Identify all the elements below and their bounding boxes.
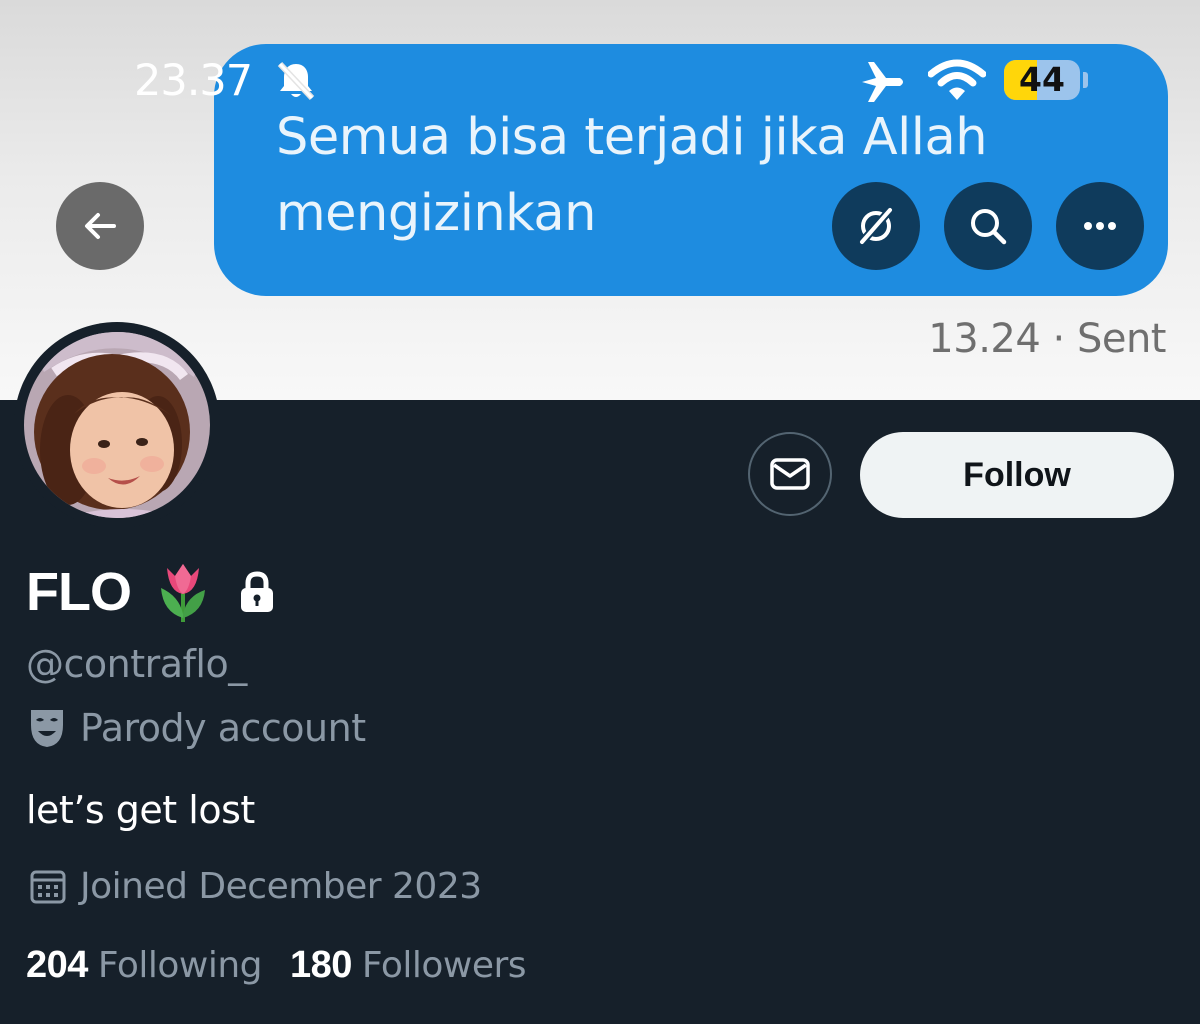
followers-count: 180 [290,944,352,986]
parody-account-label: Parody account [80,706,366,750]
search-icon [971,209,1007,245]
battery-percent: 44 [1019,60,1065,99]
avatar[interactable] [14,322,220,528]
following-count: 204 [26,944,88,986]
battery-icon: 44 [1004,60,1080,100]
more-icon [1084,222,1116,230]
follow-stats: 204 Following 180 Followers [26,944,527,987]
battery-tip [1083,72,1088,88]
following-link[interactable]: 204 Following [26,944,263,987]
wifi-icon [928,59,986,100]
tulip-emoji [160,564,205,622]
mail-icon [770,458,810,490]
lock-icon [240,571,273,612]
grok-button[interactable] [832,182,920,270]
back-arrow-icon [85,213,116,239]
followers-link[interactable]: 180 Followers [290,944,527,987]
avatar-photo [24,332,210,518]
calendar-icon [30,870,66,904]
parody-label-row: Parody account [28,704,366,752]
theater-mask-icon [31,710,63,747]
bell-slash-icon [277,61,315,101]
joined-row: Joined December 2023 [28,862,482,910]
search-button[interactable] [944,182,1032,270]
sent-timestamp: 13.24 · Sent [928,316,1166,362]
grok-icon [858,207,894,245]
message-button[interactable] [748,432,832,516]
followers-label: Followers [361,945,527,986]
name-row: FLO [26,560,277,624]
username-handle: @contraflo_ [26,642,247,686]
status-time: 23.37 [134,56,253,106]
bio: let’s get lost [26,788,255,832]
more-button[interactable] [1056,182,1144,270]
follow-button[interactable]: Follow [860,432,1174,518]
back-button[interactable] [56,182,144,270]
display-name: FLO [26,562,132,622]
joined-date: Joined December 2023 [80,865,482,907]
airplane-icon [862,62,903,102]
following-label: Following [97,945,263,986]
